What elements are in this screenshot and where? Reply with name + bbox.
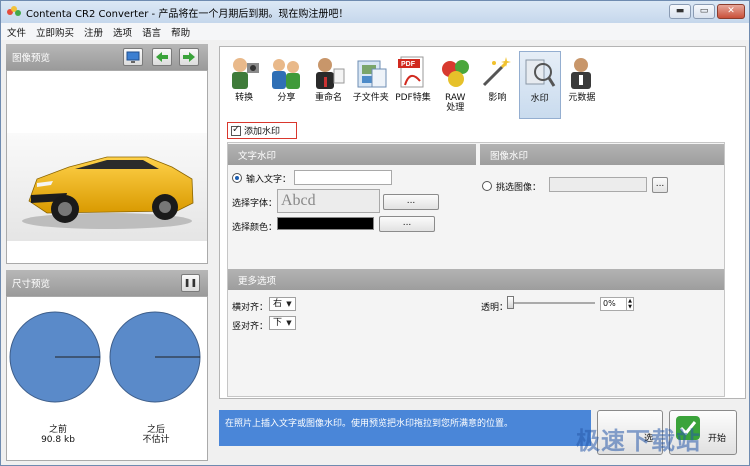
app-window: Contenta CR2 Converter - 产品将在一个月期后到期。现在购… [0,0,750,466]
add-watermark-label: 添加水印 [244,127,281,137]
rotate-left-button[interactable] [152,48,172,66]
transparency-slider-track[interactable] [507,302,595,304]
metadata-icon [565,55,599,91]
pause-icon: ❚❚ [183,278,198,287]
size-preview-header: 尺寸预览 ❚❚ [6,270,208,296]
tool-share[interactable]: 分享 [265,51,307,119]
car-photo [7,71,207,263]
spinner-icon[interactable]: ▲ ▼ [626,298,633,310]
rotate-right-button[interactable] [179,48,199,66]
watermark-icon [523,56,557,92]
more-options-header: 更多选项 [228,269,724,290]
minimize-button[interactable]: ▬ [669,4,691,19]
watermark-text-input[interactable] [294,170,392,185]
pause-button[interactable]: ❚❚ [181,274,200,292]
menu-buy-now[interactable]: 立即购买 [36,25,74,39]
halign-select[interactable]: 右 ▼ [269,297,296,311]
tool-raw[interactable]: RAW 处理 [434,51,476,119]
transparency-slider-thumb[interactable] [507,296,514,309]
left-panel: 图像预览 尺寸预览 ❚❚ 之前 90.8 kb 之后 不估计 [6,44,208,461]
dropdown-arrow-icon: ▼ [286,300,292,308]
fit-view-button[interactable] [123,48,143,66]
tool-effects[interactable]: 影响 [476,51,518,119]
pick-image-label: 挑选图像： [496,183,542,193]
choose-color-button[interactable]: ... [379,216,435,232]
font-label: 选择字体： [232,199,278,209]
choose-font-button[interactable]: ... [383,194,439,210]
menu-register[interactable]: 注册 [84,25,103,39]
app-icon [7,6,21,18]
share-icon [269,55,303,91]
size-pies [9,311,201,403]
transparency-label: 透明： [481,303,509,313]
image-preview-header: 图像预览 [6,44,208,70]
add-watermark-checkbox[interactable]: 添加水印 [227,122,297,139]
image-watermark-header: 图像水印 [480,144,724,165]
raw-icon [438,55,472,91]
arrow-left-icon [156,52,168,62]
menu-file[interactable]: 文件 [7,25,26,39]
monitor-icon [126,51,140,63]
image-path-field [549,177,647,192]
valign-label: 竖对齐： [232,322,269,332]
tool-metadata[interactable]: 元数据 [561,51,603,119]
halign-label: 横对齐： [232,303,269,313]
transparency-value-field[interactable]: 0% ▲ ▼ [600,297,634,311]
image-preview-area[interactable] [6,70,208,264]
title-bar: Contenta CR2 Converter - 产品将在一个月期后到期。现在购… [1,1,749,23]
info-text: 在照片上插入文字或图像水印。使用预览把水印拖拉到您所满意的位置。 [225,419,514,429]
input-text-radio[interactable] [232,173,242,183]
menu-options[interactable]: 选项 [113,25,132,39]
convert-icon [227,55,261,91]
tool-subfolder[interactable]: 子文件夹 [350,51,392,119]
tool-rename[interactable]: 重命名 [307,51,349,119]
feature-toolbar: 转换 分享 重命名 子文件夹 PDF PDF特集 RAW 处理 影响 水印 元数… [223,51,603,119]
color-swatch[interactable] [277,217,374,230]
tool-raw-label: RAW 处理 [444,93,466,113]
browse-image-button[interactable]: ... [652,177,668,193]
size-preview-title: 尺寸预览 [12,279,51,290]
pdf-icon: PDF [396,55,430,91]
close-button[interactable]: ✕ [717,4,745,19]
pick-image-radio[interactable] [482,181,492,191]
menu-language[interactable]: 语言 [142,25,161,39]
arrow-right-icon [183,52,195,62]
maximize-button[interactable]: ▭ [693,4,715,19]
subfolder-icon [354,55,388,91]
before-size: 90.8 kb [41,435,75,445]
info-bar: 在照片上插入文字或图像水印。使用预览把水印拖拉到您所满意的位置。 [219,410,591,446]
menu-bar: 文件 立即购买 注册 选项 语言 帮助 [1,23,749,40]
effects-icon [480,55,514,91]
tool-pdf[interactable]: PDF PDF特集 [392,51,434,119]
window-title: Contenta CR2 Converter - 产品将在一个月期后到期。现在购… [26,8,349,20]
menu-help[interactable]: 帮助 [171,25,190,39]
valign-select[interactable]: 下 ▼ [269,316,296,330]
after-size: 不估计 [142,435,170,445]
color-label: 选择颜色： [232,223,278,233]
image-preview-title: 图像预览 [12,53,51,64]
size-preview-area: 之前 90.8 kb 之后 不估计 [6,296,208,461]
after-label: 之后 [146,425,165,435]
site-watermark-overlay: 极速下载站 [576,427,701,455]
checkbox-checked-icon [231,124,241,136]
dropdown-arrow-icon: ▼ [286,319,292,327]
before-label: 之前 [48,425,67,435]
tool-convert[interactable]: 转换 [223,51,265,119]
rename-icon [312,55,346,91]
svg-text:PDF: PDF [401,61,416,68]
input-text-label: 输入文字： [246,175,292,185]
font-sample: Abcd [277,189,380,213]
tool-watermark[interactable]: 水印 [518,51,561,119]
text-watermark-header: 文字水印 [228,144,476,165]
